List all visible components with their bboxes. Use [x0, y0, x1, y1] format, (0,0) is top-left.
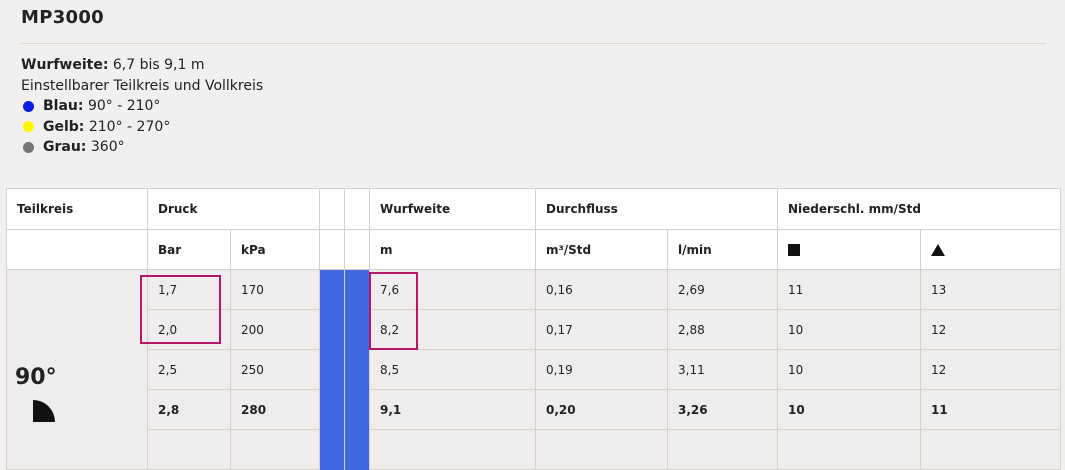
square-icon — [788, 244, 801, 256]
subheader-kpa: kPa — [229, 229, 321, 270]
arc-text: Einstellbarer Teilkreis und Vollkreis — [21, 77, 264, 94]
table-row: 2,8 280 9,1 0,20 3,26 10 11 — [7, 389, 1062, 430]
legend-gray: Grau: 360° — [21, 137, 263, 158]
legend-yellow: Gelb: 210° - 270° — [21, 117, 263, 138]
cell-kpa: 280 — [229, 389, 321, 430]
range-line: Wurfweite: 6,7 bis 9,1 m — [21, 55, 263, 76]
gray-dot-icon — [23, 141, 34, 153]
cell-lmin: 3,11 — [667, 349, 779, 390]
cell-m3 — [535, 429, 669, 470]
cell-bar: 2,8 — [147, 389, 231, 430]
color-band — [344, 269, 371, 470]
cell-m3: 0,20 — [535, 389, 669, 430]
cell-kpa: 250 — [229, 349, 321, 390]
legend-value: 90° - 210° — [87, 98, 161, 114]
blank-header — [344, 188, 371, 230]
product-title: MP3000 — [21, 7, 105, 28]
cell-triangle — [920, 429, 1062, 470]
cell-m3: 0,17 — [535, 309, 669, 350]
cell-m — [369, 429, 537, 470]
table-row — [7, 429, 1062, 470]
triangle-icon — [931, 244, 946, 256]
subheader-square — [777, 229, 922, 270]
highlight-box-pressure — [140, 275, 221, 344]
cell-triangle: 12 — [920, 309, 1062, 350]
legend-label: Blau: — [43, 98, 84, 114]
product-info: Wurfweite: 6,7 bis 9,1 m Einstellbarer T… — [21, 55, 263, 158]
blank-header — [319, 188, 346, 230]
range-value: 6,7 bis 9,1 m — [112, 57, 205, 73]
cell-square: 11 — [777, 269, 922, 310]
legend-value: 210° - 270° — [88, 118, 171, 135]
subheader-l-min: l/min — [667, 229, 779, 270]
quarter-circle-icon — [33, 400, 55, 422]
blank-subheader — [6, 229, 148, 270]
subheader-row: Bar kPa m m³/Std l/min — [6, 229, 1062, 270]
col-header-niederschlag: Niederschl. mm/Std — [777, 188, 1062, 230]
cell-square: 10 — [777, 389, 922, 430]
blue-dot-icon — [23, 100, 34, 112]
divider — [21, 43, 1046, 44]
section-degree: 90° — [15, 365, 57, 390]
cell-bar: 2,5 — [147, 349, 231, 390]
col-header-druck: Druck — [146, 188, 321, 230]
section-cell: 90° — [6, 269, 148, 470]
legend-label: Grau: — [43, 139, 87, 155]
cell-triangle: 13 — [920, 269, 1062, 310]
highlight-box-range — [369, 272, 418, 350]
cell-square — [777, 429, 922, 470]
cell-m: 8,5 — [369, 349, 537, 390]
cell-lmin: 2,69 — [667, 269, 779, 310]
header-row: Teilkreis Druck Wurfweite Durchfluss Nie… — [6, 188, 1062, 230]
subheader-triangle — [920, 229, 1062, 270]
cell-lmin — [667, 429, 779, 470]
subheader-bar: Bar — [147, 229, 231, 270]
cell-square: 10 — [777, 349, 922, 390]
subheader-m3-std: m³/Std — [535, 229, 669, 270]
cell-lmin: 2,88 — [667, 309, 779, 350]
cell-m3: 0,16 — [535, 269, 669, 310]
legend-value: 360° — [90, 139, 125, 155]
cell-m3: 0,19 — [535, 349, 669, 390]
color-band — [319, 269, 346, 470]
cell-lmin: 3,26 — [667, 389, 779, 430]
yellow-dot-icon — [23, 121, 34, 133]
cell-triangle: 12 — [920, 349, 1062, 390]
cell-square: 10 — [777, 309, 922, 350]
subheader-m: m — [369, 229, 537, 270]
cell-triangle: 11 — [920, 389, 1062, 430]
table-row: 2,5 250 8,5 0,19 3,11 10 12 — [7, 349, 1062, 390]
cell-bar — [147, 429, 231, 470]
range-label: Wurfweite: — [21, 57, 109, 73]
col-header-wurfweite: Wurfweite — [369, 188, 537, 230]
cell-kpa — [229, 429, 321, 470]
col-header-durchfluss: Durchfluss — [535, 188, 779, 230]
blank-subheader — [344, 229, 371, 270]
blank-subheader — [319, 229, 346, 270]
legend-label: Gelb: — [43, 118, 85, 135]
col-header-teilkreis: Teilkreis — [6, 188, 148, 230]
cell-kpa: 200 — [229, 309, 321, 350]
cell-m: 9,1 — [369, 389, 537, 430]
legend-blue: Blau: 90° - 210° — [21, 96, 263, 117]
cell-kpa: 170 — [229, 269, 321, 310]
